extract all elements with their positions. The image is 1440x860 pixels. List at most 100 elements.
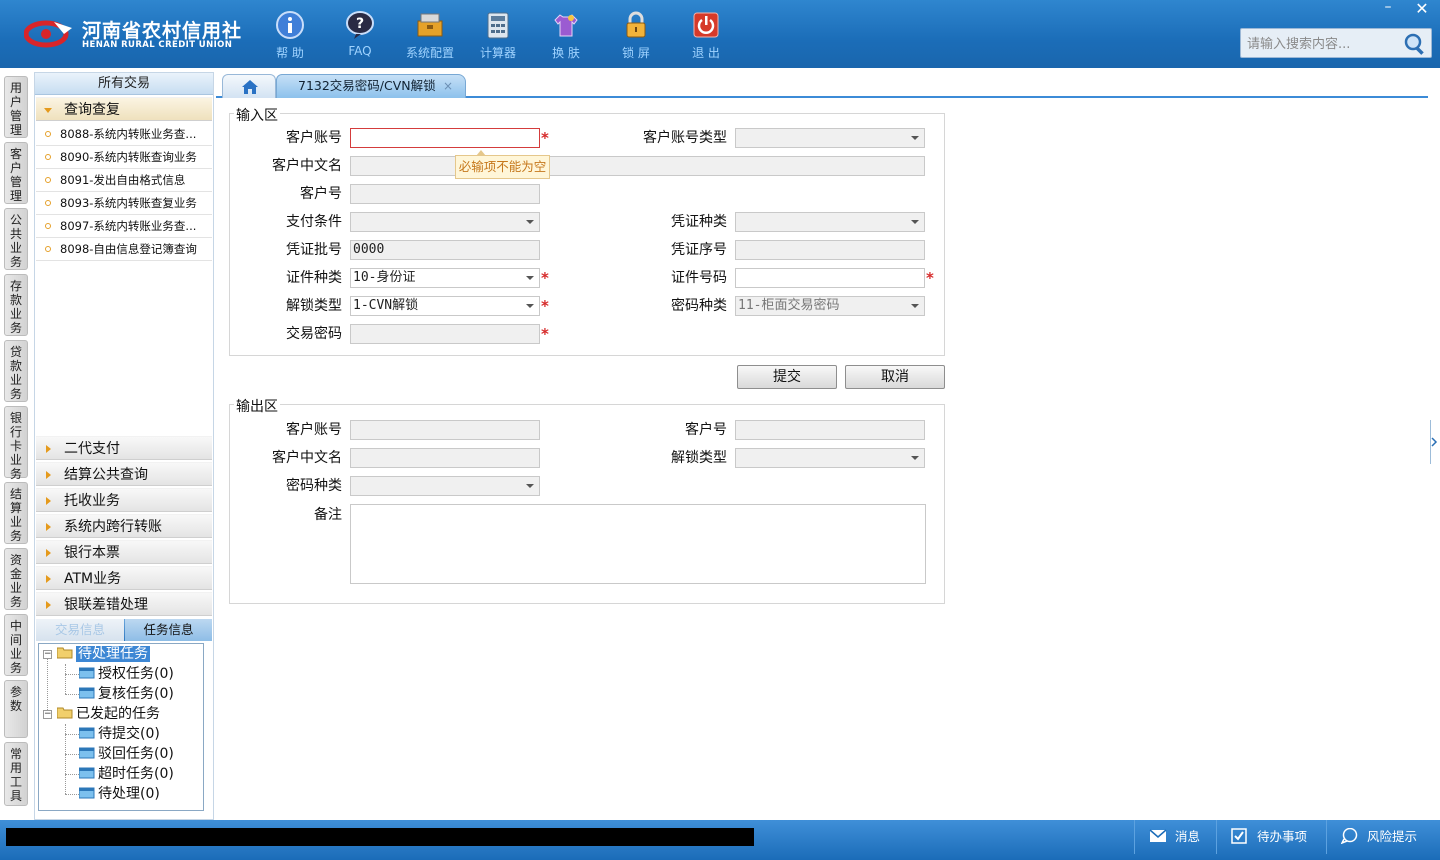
faq-button[interactable]: ? FAQ	[330, 8, 390, 62]
system-config-button[interactable]: 系统配置	[400, 8, 460, 62]
vtab-deposit-business[interactable]: 存款业务	[4, 274, 28, 336]
tree-node-auth-tasks[interactable]: 授权任务(0)	[79, 664, 174, 684]
dropdown-arrow-icon	[911, 220, 919, 224]
question-bubble-icon: ?	[346, 11, 374, 39]
account-type-select[interactable]	[735, 128, 925, 148]
section-collection-business[interactable]: 托收业务	[36, 488, 212, 512]
info-icon	[276, 11, 304, 39]
pay-condition-select[interactable]	[350, 212, 540, 232]
vtab-user-management[interactable]: 用户管理	[4, 76, 28, 138]
tab-home[interactable]	[222, 74, 276, 98]
list-item[interactable]: 8090-系统内转账查询业务	[36, 146, 212, 169]
todo-button[interactable]: 待办事项	[1216, 820, 1326, 854]
list-item[interactable]: 8088-系统内转账业务查...	[36, 123, 212, 146]
exit-button[interactable]: 退 出	[676, 8, 736, 62]
vtab-customer-management[interactable]: 客户管理	[4, 142, 28, 204]
out-customer-no-field	[735, 420, 925, 440]
id-type-select[interactable]: 10-身份证	[350, 268, 540, 288]
list-item[interactable]: 8097-系统内转账业务查...	[36, 215, 212, 238]
section-second-gen-payment[interactable]: 二代支付	[36, 436, 212, 460]
input-area-legend: 输入区	[234, 105, 280, 125]
tree-node-pending-tasks[interactable]: 待处理任务	[57, 644, 150, 664]
tab-task-info[interactable]: 任务信息	[125, 619, 212, 641]
expand-right-panel-icon[interactable]	[1428, 420, 1440, 464]
page-tab-bar: 7132交易密码/CVN解锁 ×	[216, 72, 1428, 98]
risk-alert-button[interactable]: 风险提示	[1326, 820, 1440, 854]
voucher-type-select[interactable]	[735, 212, 925, 232]
label-account: 客户账号	[286, 130, 342, 146]
vtab-common-tools[interactable]: 常用工具	[4, 742, 28, 806]
toolbox-icon	[417, 13, 443, 37]
status-bar: 消息 待办事项 风险提示	[0, 820, 1440, 860]
trade-password-input[interactable]	[350, 324, 540, 344]
list-item[interactable]: 8093-系统内转账查复业务	[36, 192, 212, 215]
section-query-reply[interactable]: 查询查复	[36, 97, 212, 121]
output-area-legend: 输出区	[234, 396, 280, 416]
account-input[interactable]	[350, 128, 540, 148]
section-settlement-public-query[interactable]: 结算公共查询	[36, 462, 212, 486]
vtab-parameters[interactable]: 参数	[4, 680, 28, 738]
vtab-fund-business[interactable]: 资金业务	[4, 548, 28, 610]
tab-7132-unlock[interactable]: 7132交易密码/CVN解锁 ×	[276, 74, 466, 98]
out-unlock-type-select[interactable]	[735, 448, 925, 468]
section-cashiers-check[interactable]: 银行本票	[36, 540, 212, 564]
tree-node-timeout[interactable]: 超时任务(0)	[79, 764, 174, 784]
vtab-loan-business[interactable]: 贷款业务	[4, 340, 28, 402]
tshirt-icon	[554, 14, 578, 37]
close-window-button[interactable]: ✕	[1410, 0, 1434, 18]
section-unionpay-error[interactable]: 银联差错处理	[36, 592, 212, 616]
checkbox-icon	[1231, 828, 1247, 844]
bullet-icon	[45, 154, 51, 160]
help-button[interactable]: 帮 助	[260, 8, 320, 62]
tree-node-to-process[interactable]: 待处理(0)	[79, 784, 160, 804]
vtab-intermediary-business[interactable]: 中间业务	[4, 614, 28, 676]
label-unlock-type: 解锁类型	[286, 298, 342, 314]
required-mark: *	[541, 129, 549, 147]
search-icon[interactable]	[1403, 32, 1427, 56]
vtab-public-business[interactable]: 公共业务	[4, 208, 28, 270]
tree-node-rejected[interactable]: 驳回任务(0)	[79, 744, 174, 764]
cancel-button[interactable]: 取消	[845, 365, 945, 389]
out-cn-name-field	[350, 448, 540, 468]
unlock-type-select[interactable]: 1-CVN解锁	[350, 296, 540, 316]
lock-screen-button[interactable]: 锁 屏	[606, 8, 666, 62]
task-folder-icon	[79, 667, 95, 679]
lock-icon	[626, 11, 646, 38]
expand-arrow-icon	[44, 108, 52, 113]
tab-transaction-info[interactable]: 交易信息	[36, 619, 124, 641]
home-icon	[242, 80, 258, 94]
section-atm-business[interactable]: ATM业务	[36, 566, 212, 590]
svg-text:?: ?	[356, 16, 364, 32]
remark-textarea[interactable]	[350, 504, 926, 584]
section-interbank-transfer[interactable]: 系统内跨行转账	[36, 514, 212, 538]
required-error-tooltip: 必输项不能为空	[455, 150, 550, 179]
list-item[interactable]: 8098-自由信息登记簿查询	[36, 238, 212, 261]
dropdown-arrow-icon	[911, 136, 919, 140]
minimize-window-button[interactable]: –	[1376, 0, 1400, 18]
tab-close-icon[interactable]: ×	[443, 75, 453, 97]
submit-button[interactable]: 提交	[737, 365, 837, 389]
password-type-select[interactable]: 11-柜面交易密码	[735, 296, 925, 316]
label-out-unlock-type: 解锁类型	[671, 450, 727, 466]
messages-button[interactable]: 消息	[1134, 820, 1216, 854]
vtab-settlement-business[interactable]: 结算业务	[4, 482, 28, 544]
required-mark: *	[541, 297, 549, 315]
list-item[interactable]: 8091-发出自由格式信息	[36, 169, 212, 192]
logo-english-name: HENAN RURAL CREDIT UNION	[82, 40, 233, 50]
vtab-bank-card-business[interactable]: 银行卡业务	[4, 406, 28, 481]
change-skin-button[interactable]: 换 肤	[536, 8, 596, 62]
app-logo: 河南省农村信用社 HENAN RURAL CREDIT UNION	[24, 14, 241, 56]
id-number-input[interactable]	[735, 268, 925, 288]
tree-node-review-tasks[interactable]: 复核任务(0)	[79, 684, 174, 704]
tree-node-to-submit[interactable]: 待提交(0)	[79, 724, 160, 744]
transaction-nav-panel: 所有交易 查询查复 8088-系统内转账业务查... 8090-系统内转账查询业…	[34, 72, 214, 820]
tree-node-initiated-tasks[interactable]: 已发起的任务	[57, 704, 160, 724]
calculator-button[interactable]: 计算器	[468, 8, 528, 62]
power-icon	[693, 12, 719, 38]
search-input[interactable]	[1245, 34, 1395, 54]
bullet-icon	[45, 246, 51, 252]
out-password-type-select[interactable]	[350, 476, 540, 496]
collapse-toggle-icon[interactable]: −	[43, 710, 52, 719]
collapse-toggle-icon[interactable]: −	[43, 650, 52, 659]
info-tabs: 交易信息 任务信息	[36, 619, 212, 641]
